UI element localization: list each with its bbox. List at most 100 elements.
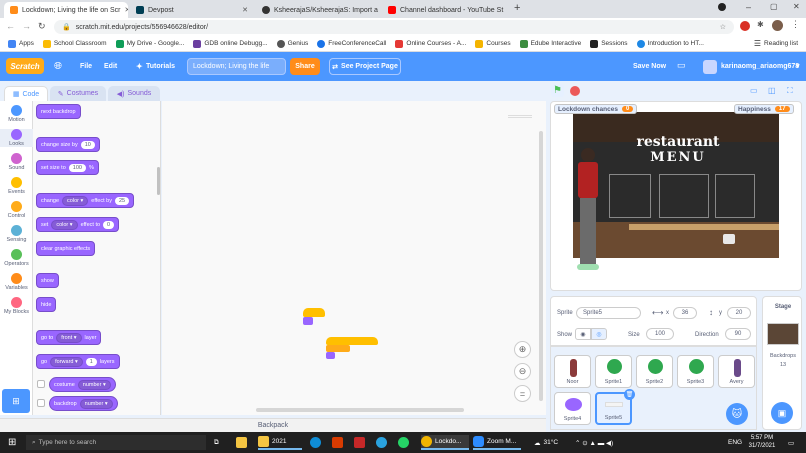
minimize-icon[interactable]: – (746, 2, 751, 12)
bookmark-courses[interactable]: Courses (475, 39, 511, 48)
windows-start-icon[interactable]: ⊞ (8, 435, 16, 450)
small-stage-icon[interactable]: ▭ (750, 86, 758, 95)
block-change-size-by[interactable]: change size by 10 (36, 137, 100, 152)
green-flag-button[interactable]: ⚑ (551, 84, 564, 97)
zoom-out-button[interactable]: ⊖ (514, 363, 531, 380)
my-stuff-folder-icon[interactable]: ▭ (677, 60, 686, 71)
block-next-backdrop[interactable]: next backdrop (36, 104, 81, 119)
block-go-forward-layers[interactable]: go forward ▾ 1 layers (36, 354, 120, 369)
forward-arrow-icon[interactable]: → (22, 21, 31, 31)
category-events[interactable]: Events (0, 177, 33, 195)
close-icon[interactable]: ✕ (242, 6, 248, 14)
back-arrow-icon[interactable]: ← (6, 21, 15, 31)
add-extension-button[interactable]: ⊞ (2, 389, 30, 413)
category-variables[interactable]: Variables (0, 273, 33, 291)
url-bar[interactable]: 🔒 scratch.mit.edu/projects/556946628/edi… (54, 20, 734, 34)
bookmark-intro-html[interactable]: Introduction to HT... (636, 39, 704, 48)
sprite-name-input[interactable]: Sprite5 (576, 307, 641, 319)
effect-dropdown[interactable]: color ▾ (51, 219, 78, 230)
fullscreen-icon[interactable]: ⛶ (787, 86, 793, 96)
layer-dropdown[interactable]: front ▾ (56, 332, 82, 343)
category-operators[interactable]: Operators (0, 249, 33, 267)
category-sound[interactable]: Sound (0, 153, 33, 171)
see-project-page-button[interactable]: ⇄ See Project Page (329, 58, 401, 75)
block-clear-graphic-effects[interactable]: clear graphic effects (36, 241, 96, 256)
tab-sounds[interactable]: ◀) Sounds (108, 86, 160, 101)
username[interactable]: karinaomg_ariaomg678 (721, 63, 799, 70)
delete-sprite-button[interactable]: 🗑 (624, 389, 635, 400)
notifications-icon[interactable]: ▭ (788, 435, 794, 450)
sprite-tile-sprite5[interactable]: Sprite5 🗑 (595, 389, 635, 425)
size-change-input[interactable]: 10 (80, 140, 95, 149)
block-change-effect-by[interactable]: change color ▾ effect by 25 (36, 193, 135, 208)
close-window-icon[interactable]: ✕ (793, 2, 800, 11)
project-title-input[interactable]: Lockdown; Living the life (187, 58, 286, 75)
choose-sprite-button[interactable]: 🐱︎ (726, 403, 748, 425)
extension-icon[interactable] (740, 21, 750, 31)
effect-set-input[interactable]: 0 (103, 220, 115, 229)
block-show[interactable]: show (36, 273, 59, 288)
backpack-bar[interactable]: Backpack (0, 418, 546, 432)
share-button[interactable]: Share (290, 58, 320, 75)
tab-costumes[interactable]: ✎ Costumes (50, 86, 106, 101)
block-backdrop-reporter[interactable]: backdrop number ▾ (49, 396, 118, 411)
bookmark-star-icon[interactable]: ☆ (720, 23, 726, 31)
size-set-input[interactable]: 100 (68, 163, 86, 172)
user-avatar[interactable] (703, 60, 717, 74)
effect-dropdown[interactable]: color ▾ (62, 195, 89, 206)
sprite-tile-sprite4[interactable]: Sprite4 (554, 392, 591, 425)
script-looks-block[interactable] (303, 317, 313, 325)
sprite-character[interactable] (571, 148, 605, 278)
reload-icon[interactable]: ↻ (38, 21, 46, 32)
bookmark-online-courses[interactable]: Online Courses - A... (395, 39, 466, 48)
x-input[interactable]: 36 (673, 307, 697, 319)
size-input[interactable]: 100 (646, 328, 674, 340)
profile-avatar[interactable] (772, 20, 783, 31)
weather-widget[interactable]: ☁ 31°C (534, 435, 558, 450)
script-looks-block[interactable] (326, 352, 335, 359)
task-view-icon[interactable]: ⧉ (214, 435, 219, 450)
script-hat-block[interactable] (326, 337, 378, 345)
tab-code[interactable]: ▦ Code (4, 86, 48, 101)
effect-change-input[interactable]: 25 (114, 196, 130, 205)
category-control[interactable]: Control (0, 201, 33, 219)
large-stage-icon[interactable]: ◫ (768, 86, 776, 95)
clock[interactable]: 5:57 PM 31/7/2021 (746, 434, 778, 450)
block-set-effect-to[interactable]: set color ▾ effect to 0 (36, 217, 120, 232)
block-costume-reporter[interactable]: costume number ▾ (49, 377, 116, 392)
backdrop-dropdown[interactable]: number ▾ (79, 398, 113, 409)
new-tab-plus-icon[interactable]: + (514, 2, 520, 14)
maximize-icon[interactable]: ▢ (770, 2, 778, 11)
show-hidden-toggle[interactable]: ◎ (591, 328, 607, 340)
edge-icon[interactable] (310, 435, 321, 450)
office-icon[interactable] (332, 435, 343, 450)
browser-tab-github[interactable]: KsheerajaS/KsheerajaS: Import a ✕ (256, 2, 380, 18)
browser-tab-youtube[interactable]: Channel dashboard - YouTube St ✕ (382, 2, 506, 18)
telegram-icon[interactable] (376, 435, 387, 450)
bookmark-conference[interactable]: FreeConferenceCall (317, 39, 386, 48)
y-input[interactable]: 20 (727, 307, 751, 319)
script-vertical-scrollbar[interactable] (539, 131, 543, 401)
small-sprite[interactable] (723, 234, 735, 244)
save-now-button[interactable]: Save Now (633, 63, 666, 70)
whatsapp-icon[interactable] (398, 435, 409, 450)
record-icon[interactable] (718, 3, 726, 11)
category-sensing[interactable]: Sensing (0, 225, 33, 243)
taskbar-item-zoom[interactable]: Zoom M... (473, 435, 521, 450)
tray-icons[interactable]: ⌃ ⊙ ▲ ▬ ◀) (575, 435, 613, 450)
stage-panel[interactable]: Stage Backdrops 13 ▣ (762, 296, 802, 430)
browser-tab-devpost[interactable]: Devpost ✕ (130, 2, 254, 18)
taskbar-item-chrome[interactable]: Lockdo... (421, 435, 469, 450)
bookmark-drive[interactable]: My Drive - Google... (115, 39, 184, 48)
stop-button[interactable] (570, 86, 580, 96)
browser-tab-scratch[interactable]: Lockdown; Living the life on Scr ✕ (4, 2, 128, 18)
reading-list[interactable]: ☰ Reading list (754, 39, 798, 48)
choose-backdrop-button[interactable]: ▣ (771, 402, 793, 424)
category-my-blocks[interactable]: My Blocks (0, 297, 33, 315)
costume-monitor-checkbox[interactable] (37, 380, 45, 388)
close-icon[interactable]: ✕ (124, 6, 128, 14)
show-visible-toggle[interactable]: ◉ (575, 328, 591, 340)
block-set-size-to[interactable]: set size to 100% (36, 160, 99, 175)
sprite-tile-avery[interactable]: Avery (718, 355, 755, 388)
sprite-tile-noor[interactable]: Noor (554, 355, 591, 388)
